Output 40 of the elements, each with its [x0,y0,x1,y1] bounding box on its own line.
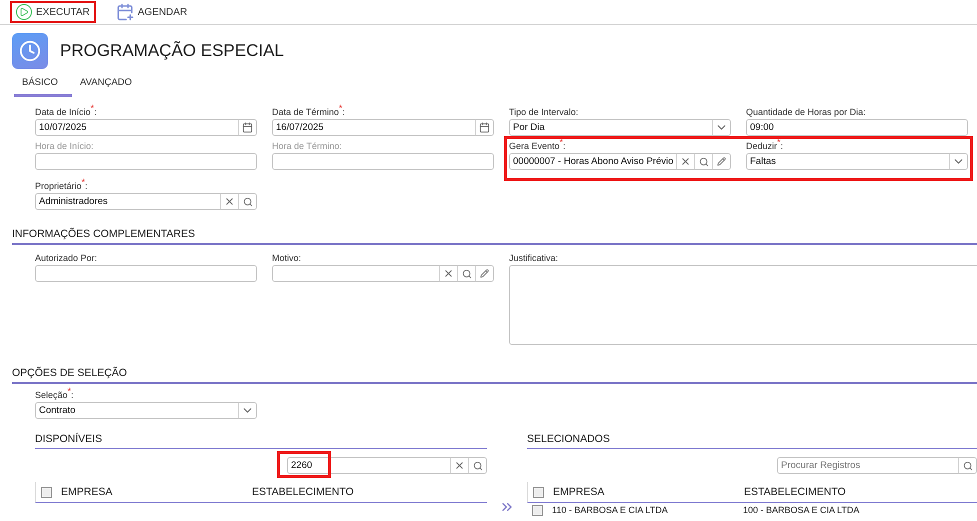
schedule-button[interactable]: AGENDAR [110,1,194,23]
list-heading: SELECIONADOS [527,433,610,445]
checkbox[interactable] [41,486,52,498]
clock-icon [12,33,48,69]
input-field[interactable] [272,265,494,282]
dropdown-field[interactable]: Contrato [35,402,257,419]
tab[interactable]: AVANÇADO [72,75,140,97]
checkbox[interactable] [533,486,544,498]
input-field[interactable]: 10/07/2025 [35,119,257,136]
run-button[interactable]: EXECUTAR [10,1,96,23]
input-field[interactable] [35,265,257,282]
column-header[interactable]: EMPRESA [61,486,112,498]
field-label: Motivo: [272,253,302,263]
input-field[interactable]: Administradores [35,193,257,210]
field-label: Quantidade de Horas por Dia: [746,107,867,117]
field-label: Tipo de Intervalo: [509,107,580,117]
field-label: Justificativa: [509,253,560,263]
page-title: PROGRAMAÇÃO ESPECIAL [60,41,284,61]
table-cell: 110 - BARBOSA E CIA LTDA [552,505,668,515]
column-header[interactable]: ESTABELECIMENTO [744,486,977,498]
input-field[interactable]: 09:00 [746,119,968,136]
field-label: Hora de Início: [35,141,95,151]
section-heading: OPÇÕES DE SELEÇÃO [12,367,127,379]
tab[interactable]: BÁSICO [14,75,72,97]
input-field[interactable]: 00000007 - Horas Abono Aviso Prévio [509,153,731,170]
dropdown-field[interactable]: Faltas [746,153,968,170]
field-label: Autorizado Por: [35,253,98,263]
input-field[interactable]: 16/07/2025 [272,119,494,136]
play-circle-icon [16,4,32,20]
calendar-icon [116,3,134,21]
column-header[interactable]: ESTABELECIMENTO [252,486,487,498]
search-field[interactable]: Procurar Registros [777,457,977,474]
dropdown-field[interactable]: Por Dia [509,119,731,136]
section-heading: INFORMAÇÕES COMPLEMENTARES [12,228,195,240]
field-label: Hora de Término: [272,141,343,151]
search-field[interactable]: 2260 [287,457,487,474]
checkbox[interactable] [532,504,543,516]
list-heading: DISPONÍVEIS [35,433,102,445]
column-header[interactable]: EMPRESA [553,486,604,498]
table-cell-text: 100 - BARBOSA E CIA LTDA [743,505,860,515]
